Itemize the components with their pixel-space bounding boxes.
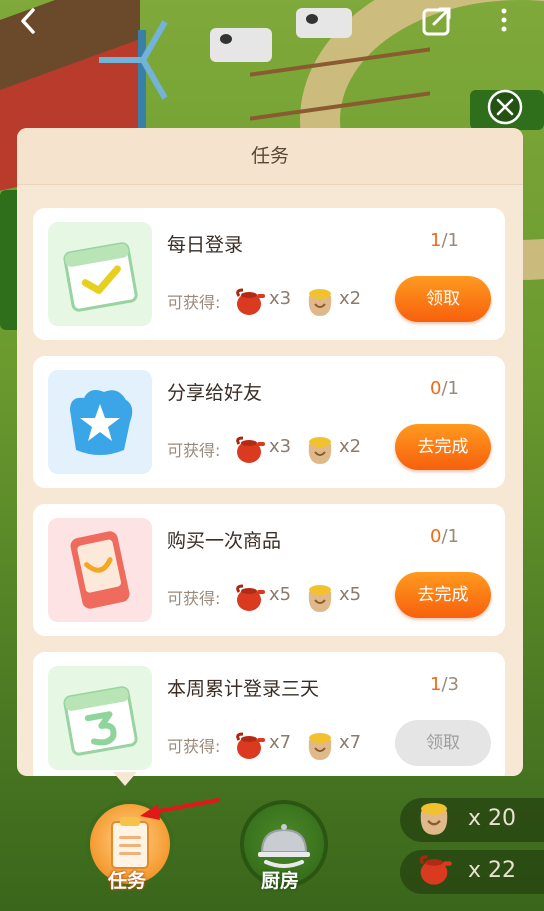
task-progress: 1/1 <box>403 230 459 251</box>
reward-water-qty: x3 <box>269 288 292 309</box>
reward-label: 可获得: <box>167 441 221 460</box>
top-bar <box>0 0 544 44</box>
go-complete-button[interactable]: 去完成 <box>395 572 491 618</box>
claim-button-disabled: 领取 <box>395 720 491 766</box>
more-vertical-icon <box>501 8 507 32</box>
close-panel-button[interactable] <box>487 89 523 125</box>
reward-label: 可获得: <box>167 293 221 312</box>
seed-bag-icon <box>303 430 337 466</box>
progress-current: 1 <box>430 674 442 695</box>
task-title: 分享给好友 <box>167 382 263 404</box>
calendar-three-icon <box>48 666 152 770</box>
watering-can-icon <box>231 430 267 466</box>
task-title: 每日登录 <box>167 234 244 256</box>
watering-can-icon <box>231 578 267 614</box>
progress-total: /1 <box>441 526 459 547</box>
watering-can-icon <box>231 282 267 318</box>
seed-bag-icon <box>303 282 337 318</box>
reward-seed-qty: x2 <box>339 436 362 457</box>
task-title: 购买一次商品 <box>167 530 282 552</box>
reward-water-qty: x3 <box>269 436 292 457</box>
task-card-daily-login: 每日登录 1/1 可获得: x3 x2 领取 <box>33 208 505 340</box>
reward-label: 可获得: <box>167 589 221 608</box>
inventory-water[interactable]: x 22 <box>400 850 544 894</box>
share-external-icon <box>422 7 451 36</box>
more-options-button[interactable] <box>494 5 514 35</box>
task-progress: 1/3 <box>403 674 459 695</box>
seed-bag-icon <box>414 792 454 840</box>
reward-water-qty: x7 <box>269 732 292 753</box>
task-title: 本周累计登录三天 <box>167 678 320 700</box>
star-cloud-icon <box>48 370 152 474</box>
windmill-blade <box>99 57 143 63</box>
task-progress: 0/1 <box>403 378 459 399</box>
task-list[interactable]: 每日登录 1/1 可获得: x3 x2 领取 分享给好友 0/1 可获得: x3… <box>17 184 523 776</box>
progress-total: /3 <box>441 674 459 695</box>
progress-current: 0 <box>430 378 442 399</box>
red-arrow-annotation <box>140 798 220 820</box>
shopping-phone-icon <box>48 518 152 622</box>
claim-button[interactable]: 领取 <box>395 276 491 322</box>
progress-total: /1 <box>441 230 459 251</box>
close-circle-icon <box>487 89 523 125</box>
task-panel: 任务 每日登录 1/1 可获得: x3 x2 领取 分享给好友 0/1 可获得:… <box>17 128 523 776</box>
back-button[interactable] <box>14 6 44 36</box>
watering-can-icon <box>414 844 454 892</box>
windmill <box>138 30 146 140</box>
water-quantity: x 22 <box>468 858 517 883</box>
progress-total: /1 <box>441 378 459 399</box>
calendar-check-icon <box>48 222 152 326</box>
chevron-left-icon <box>21 8 35 34</box>
seed-bag-icon <box>303 578 337 614</box>
share-button[interactable] <box>420 5 454 39</box>
panel-title: 任务 <box>17 128 523 185</box>
reward-water-qty: x5 <box>269 584 292 605</box>
seed-quantity: x 20 <box>468 806 517 831</box>
go-complete-button[interactable]: 去完成 <box>395 424 491 470</box>
task-card-purchase: 购买一次商品 0/1 可获得: x5 x5 去完成 <box>33 504 505 636</box>
tab-task-label: 任务 <box>107 870 146 892</box>
reward-seed-qty: x2 <box>339 288 362 309</box>
task-progress: 0/1 <box>403 526 459 547</box>
task-card-share: 分享给好友 0/1 可获得: x3 x2 去完成 <box>33 356 505 488</box>
reward-seed-qty: x5 <box>339 584 362 605</box>
watering-can-icon <box>231 726 267 762</box>
task-card-weekly-login: 本周累计登录三天 1/3 可获得: x7 x7 领取 <box>33 652 505 776</box>
seed-bag-icon <box>303 726 337 762</box>
progress-current: 0 <box>430 526 442 547</box>
progress-current: 1 <box>430 230 442 251</box>
tab-kitchen-label: 厨房 <box>260 870 299 892</box>
inventory-seed[interactable]: x 20 <box>400 798 544 842</box>
reward-label: 可获得: <box>167 737 221 756</box>
reward-seed-qty: x7 <box>339 732 362 753</box>
